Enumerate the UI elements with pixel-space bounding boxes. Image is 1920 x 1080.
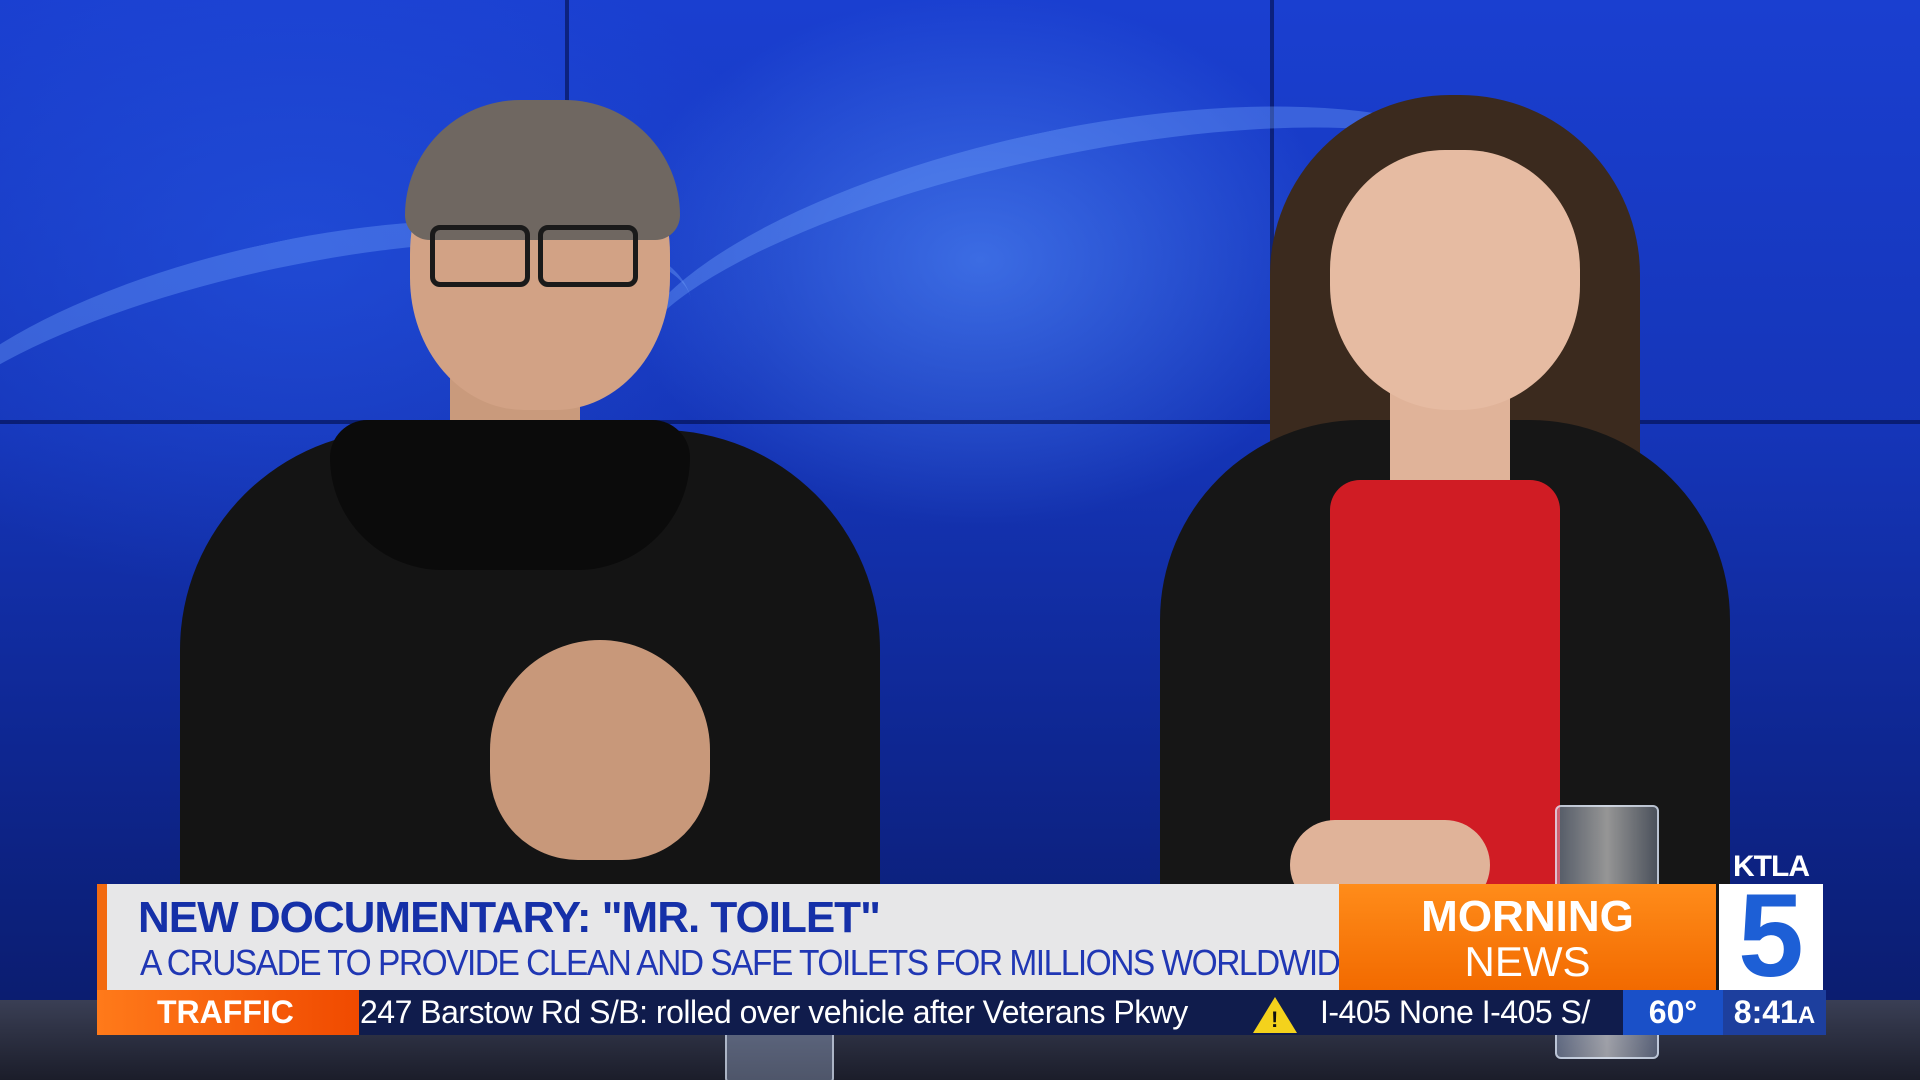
ticker-text-next: I-405 None I-405 S/ — [1320, 994, 1590, 1030]
clock: 8:41A — [1723, 990, 1826, 1035]
lower-third-headline: NEW DOCUMENTARY: "MR. TOILET" — [138, 893, 881, 942]
woman-head — [1330, 150, 1580, 410]
warning-icon: ! — [1253, 997, 1297, 1033]
lower-third-accent — [97, 884, 107, 990]
man-collar — [330, 420, 690, 570]
man-hair — [405, 100, 680, 240]
man-glasses — [430, 225, 640, 287]
show-title-box: MORNING NEWS — [1339, 884, 1716, 990]
temperature: 60° — [1623, 990, 1723, 1035]
lower-third-subline: A CRUSADE TO PROVIDE CLEAN AND SAFE TOIL… — [140, 942, 1362, 983]
station-logo: KTLA 5 — [1716, 850, 1826, 996]
clock-ampm: A — [1797, 1002, 1816, 1029]
ticker-category: TRAFFIC — [97, 990, 359, 1035]
clock-time: 8:41 — [1733, 994, 1798, 1030]
man-hands — [490, 640, 710, 860]
show-title-line1: MORNING — [1421, 892, 1634, 941]
station-logo-box: 5 — [1719, 876, 1823, 996]
ticker-category-label: TRAFFIC — [157, 994, 294, 1030]
show-title-line2: NEWS — [1464, 938, 1591, 985]
station-logo-number: 5 — [1738, 870, 1804, 1002]
